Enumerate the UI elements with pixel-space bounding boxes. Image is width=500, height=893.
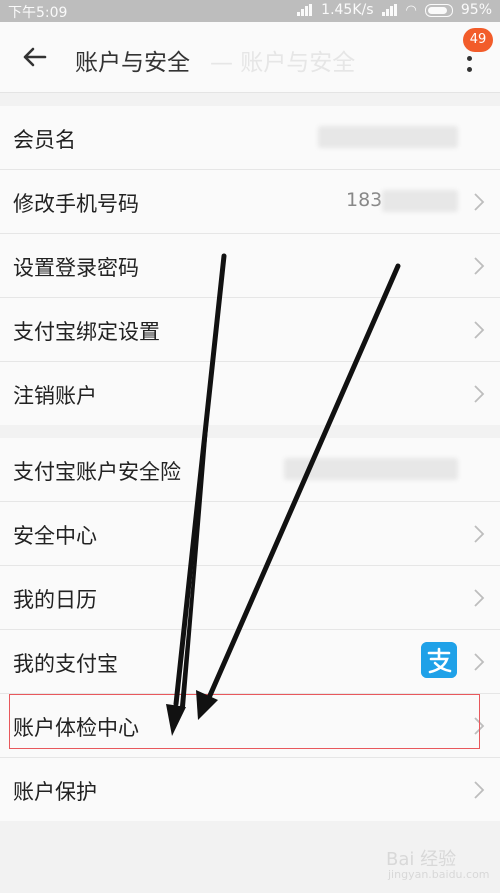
watermark-sub: jingyan.baidu.com: [388, 868, 490, 881]
list-item-label: 会员名: [13, 128, 76, 152]
status-bar: 下午5:09 1.45K/s ◠ 95%: [0, 0, 500, 22]
list-item-close-account[interactable]: 注销账户: [0, 362, 500, 425]
wifi-icon: ◠: [405, 2, 417, 18]
list-item-label: 修改手机号码: [13, 192, 139, 216]
chevron-right-icon: [474, 385, 485, 403]
list-item-account-protection[interactable]: 账户保护: [0, 758, 500, 821]
list-item-label: 设置登录密码: [13, 256, 139, 280]
status-time: 下午5:09: [8, 5, 68, 21]
list-item-change-phone[interactable]: 修改手机号码 183: [0, 170, 500, 234]
list-item-login-password[interactable]: 设置登录密码: [0, 234, 500, 298]
list-item-my-calendar[interactable]: 我的日历: [0, 566, 500, 630]
signal-icon: [297, 4, 313, 16]
list-item-label: 支付宝绑定设置: [13, 320, 160, 344]
redacted-value: [382, 190, 458, 212]
ghost-title: — 账户与安全: [210, 50, 356, 76]
chevron-right-icon: [474, 589, 485, 607]
notification-badge: 49: [463, 28, 493, 52]
top-app-bar: 账户与安全 — 账户与安全 49: [0, 22, 500, 93]
highlight-box: [9, 694, 480, 749]
chevron-right-icon: [474, 653, 485, 671]
chevron-right-icon: [474, 257, 485, 275]
page-title: 账户与安全: [75, 50, 190, 76]
list-item-my-alipay[interactable]: 我的支付宝: [0, 630, 500, 694]
chevron-right-icon: [474, 781, 485, 799]
list-item-security-center[interactable]: 安全中心: [0, 502, 500, 566]
alipay-icon: [421, 642, 457, 678]
battery-percent: 95%: [460, 2, 492, 18]
battery-icon: [424, 3, 453, 17]
chevron-right-icon: [474, 321, 485, 339]
list-item-label: 注销账户: [13, 384, 97, 408]
chevron-right-icon: [474, 525, 485, 543]
chevron-right-icon: [474, 193, 485, 211]
status-indicators: 1.45K/s ◠ 95%: [297, 2, 492, 18]
list-item-alipay-insurance[interactable]: 支付宝账户安全险: [0, 438, 500, 502]
list-item-label: 账户保护: [13, 780, 97, 804]
list-item-label: 安全中心: [13, 524, 97, 548]
network-speed: 1.45K/s: [321, 2, 374, 18]
list-item-member-name[interactable]: 会员名: [0, 106, 500, 170]
list-item-alipay-binding[interactable]: 支付宝绑定设置: [0, 298, 500, 362]
list-item-label: 支付宝账户安全险: [13, 460, 181, 484]
list-item-label: 我的日历: [13, 588, 97, 612]
redacted-value: [318, 126, 458, 148]
phone-value: 183: [346, 189, 383, 211]
list-item-label: 我的支付宝: [13, 652, 118, 676]
signal-icon-2: [381, 4, 398, 16]
back-arrow-icon[interactable]: [18, 40, 52, 74]
settings-group-account: 会员名 修改手机号码 183 设置登录密码 支付宝绑定设置 注销账户: [0, 106, 500, 425]
redacted-value: [284, 458, 458, 480]
settings-group-security: 支付宝账户安全险 安全中心 我的日历 我的支付宝 账户体检中心 账户保护: [0, 438, 500, 821]
